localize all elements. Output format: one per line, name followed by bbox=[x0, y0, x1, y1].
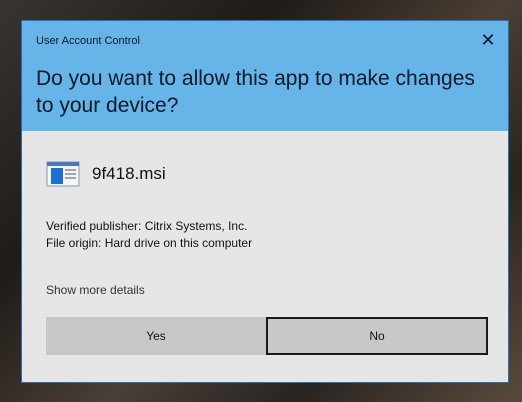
dialog-title: User Account Control bbox=[36, 35, 140, 47]
app-info: 9f418.msi bbox=[46, 161, 166, 187]
close-button[interactable]: ✕ bbox=[478, 30, 498, 50]
installer-icon bbox=[46, 161, 80, 187]
app-name: 9f418.msi bbox=[92, 164, 166, 183]
publisher-details: Verified publisher: Citrix Systems, Inc.… bbox=[46, 218, 252, 252]
consent-question: Do you want to allow this app to make ch… bbox=[36, 67, 475, 117]
no-button[interactable]: No bbox=[266, 317, 488, 355]
origin-line: File origin: Hard drive on this computer bbox=[46, 236, 253, 250]
publisher-line: Verified publisher: Citrix Systems, Inc. bbox=[46, 219, 248, 233]
dialog-header: User Account Control ✕ Do you want to al… bbox=[22, 21, 508, 131]
uac-dialog: User Account Control ✕ Do you want to al… bbox=[22, 21, 508, 382]
show-more-details-link[interactable]: Show more details bbox=[46, 283, 145, 297]
yes-button[interactable]: Yes bbox=[46, 317, 266, 355]
close-icon: ✕ bbox=[480, 30, 496, 50]
